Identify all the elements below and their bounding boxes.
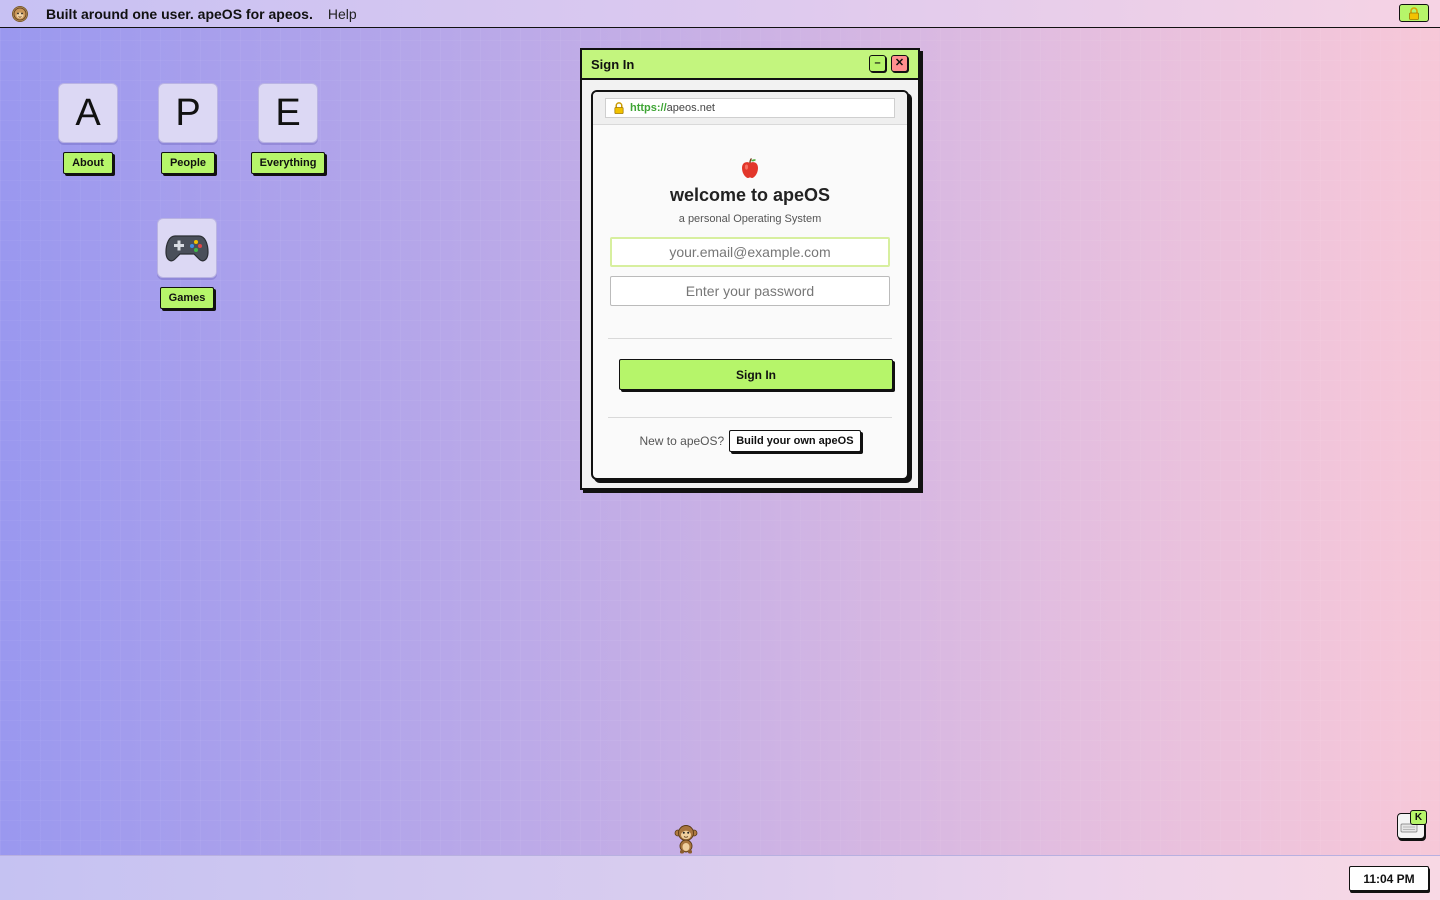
gamepad-icon: [165, 235, 209, 262]
build-apeos-button[interactable]: Build your own apeOS: [729, 430, 861, 452]
lock-icon: [1409, 6, 1419, 20]
sign-in-button[interactable]: Sign In: [619, 359, 893, 390]
about-tile[interactable]: A: [58, 83, 118, 143]
close-button[interactable]: ✕: [891, 55, 908, 72]
divider: [608, 338, 892, 339]
welcome-subtitle: a personal Operating System: [678, 213, 822, 225]
keyboard-badge: K: [1410, 810, 1427, 825]
desktop-icon-games[interactable]: Games: [142, 218, 232, 309]
window-title: Sign In: [591, 56, 635, 72]
everything-label[interactable]: Everything: [250, 152, 326, 174]
password-field[interactable]: [610, 276, 890, 306]
address-bar-container: https://apeos.net: [593, 92, 907, 125]
help-menu[interactable]: Help: [328, 6, 357, 22]
apple-icon: [593, 157, 907, 179]
everything-tile[interactable]: E: [258, 83, 318, 143]
monkey-icon[interactable]: [12, 5, 28, 22]
about-label[interactable]: About: [63, 152, 113, 174]
desktop-icon-people[interactable]: P People: [143, 83, 233, 174]
monkey-mascot-icon[interactable]: [674, 824, 698, 854]
address-bar[interactable]: https://apeos.net: [605, 98, 895, 118]
keyboard-shortcut-button[interactable]: K: [1397, 810, 1427, 839]
desktop-icon-everything[interactable]: E Everything: [243, 83, 333, 174]
welcome-heading: welcome to apeOS: [669, 185, 831, 205]
taskbar: 11:04 PM: [0, 855, 1440, 900]
window-titlebar[interactable]: Sign In – ✕: [582, 50, 918, 80]
url-host: apeos.net: [666, 102, 715, 114]
desktop-icon-about[interactable]: A About: [43, 83, 133, 174]
url-scheme: https://: [630, 102, 667, 114]
games-label[interactable]: Games: [159, 287, 215, 309]
lock-icon: [614, 102, 624, 114]
new-user-prompt: New to apeOS?: [639, 434, 725, 448]
games-tile[interactable]: [157, 218, 217, 278]
menubar: Built around one user. apeOS for apeos. …: [0, 0, 1440, 28]
email-field[interactable]: [610, 237, 890, 267]
menubar-title: Built around one user. apeOS for apeos.: [46, 5, 313, 22]
signin-form: welcome to apeOS a personal Operating Sy…: [593, 157, 907, 452]
signup-row: New to apeOS? Build your own apeOS: [593, 430, 907, 452]
browser-frame: https://apeos.net welcome to apeOS a per…: [591, 90, 909, 480]
divider: [608, 417, 892, 418]
people-tile[interactable]: P: [158, 83, 218, 143]
minimize-button[interactable]: –: [869, 55, 886, 72]
lock-button[interactable]: [1399, 4, 1429, 22]
taskbar-clock[interactable]: 11:04 PM: [1349, 866, 1429, 891]
people-label[interactable]: People: [160, 152, 216, 174]
signin-window: Sign In – ✕ https://apeos.net welcome to…: [580, 48, 920, 490]
